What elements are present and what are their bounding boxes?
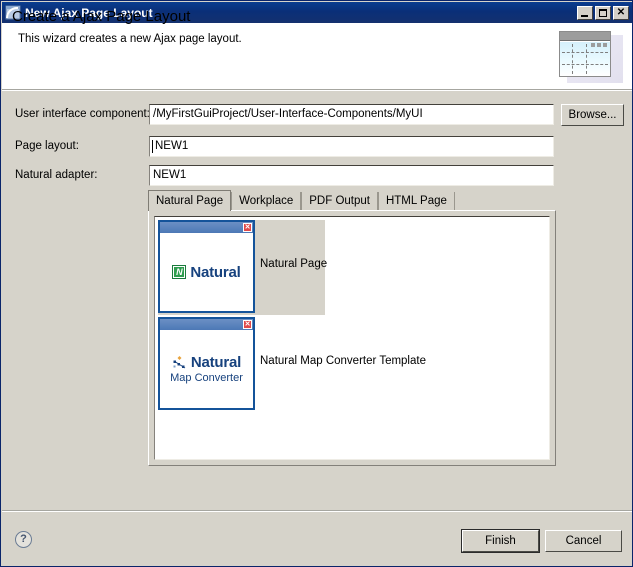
tab-workplace[interactable]: Workplace <box>231 192 302 211</box>
tab-natural-page[interactable]: Natural Page <box>148 190 232 211</box>
tab-panel: ✕ N Natural Natural Page ✕ Natural Map C… <box>148 210 556 466</box>
logo-subtitle: Map Converter <box>170 372 243 384</box>
user-interface-component-input[interactable]: /MyFirstGuiProject/User-Interface-Compon… <box>149 104 554 125</box>
minimize-button[interactable] <box>577 5 593 20</box>
template-thumbnail: ✕ N Natural <box>158 220 255 313</box>
thumbnail-close-icon: ✕ <box>243 320 252 329</box>
natural-adapter-input[interactable]: NEW1 <box>149 165 554 186</box>
field-label: User interface component: <box>15 108 150 120</box>
natural-logo-icon: N Natural <box>172 263 241 281</box>
field-label: Page layout: <box>15 140 79 152</box>
thumbnail-close-icon: ✕ <box>243 223 252 232</box>
field-user-interface-component: User interface component: /MyFirstGuiPro… <box>1 104 632 126</box>
field-natural-adapter: Natural adapter: NEW1 <box>1 165 632 187</box>
list-item[interactable]: ✕ Natural Map Converter Natural Map Conv… <box>158 317 426 410</box>
page-title: Create a Ajax Page Layout <box>12 8 191 25</box>
page-subtitle: This wizard creates a new Ajax page layo… <box>18 33 242 45</box>
list-item-label: Natural Map Converter Template <box>260 355 426 367</box>
natural-map-converter-logo-icon: Natural <box>172 354 241 371</box>
template-list[interactable]: ✕ N Natural Natural Page ✕ Natural Map C… <box>154 216 550 460</box>
logo-mark: N <box>174 267 185 277</box>
help-icon[interactable]: ? <box>15 531 32 548</box>
field-label: Natural adapter: <box>15 169 98 181</box>
list-item-label: Natural Page <box>260 258 328 270</box>
page-layout-banner-icon <box>559 31 623 83</box>
browse-button[interactable]: Browse... <box>561 104 624 126</box>
window-controls: ✕ <box>577 5 629 20</box>
field-page-layout: Page layout: NEW1 <box>1 136 632 158</box>
cancel-button[interactable]: Cancel <box>545 530 622 552</box>
close-button[interactable]: ✕ <box>613 5 629 20</box>
input-value: /MyFirstGuiProject/User-Interface-Compon… <box>153 108 423 120</box>
input-value: NEW1 <box>153 169 187 181</box>
tab-html-page[interactable]: HTML Page <box>377 192 455 211</box>
finish-button[interactable]: Finish <box>461 529 540 553</box>
input-value: NEW1 <box>155 140 189 152</box>
template-tab-folder: Natural Page Workplace PDF Output HTML P… <box>148 190 556 466</box>
thumbnail-title-bar: ✕ <box>160 319 253 330</box>
list-item[interactable]: ✕ N Natural Natural Page <box>158 220 328 315</box>
new-ajax-page-layout-dialog: New Ajax Page Layout ✕ Create a Ajax Pag… <box>0 0 633 567</box>
thumbnail-title-bar: ✕ <box>160 222 253 233</box>
tab-pdf-output[interactable]: PDF Output <box>301 192 378 211</box>
text-caret <box>152 140 153 153</box>
template-thumbnail: ✕ Natural Map Converter <box>158 317 255 410</box>
page-layout-input[interactable]: NEW1 <box>149 136 554 157</box>
logo-word: Natural <box>190 354 242 371</box>
maximize-button[interactable] <box>595 5 611 20</box>
logo-word: Natural <box>190 263 241 281</box>
tab-strip: Natural Page Workplace PDF Output HTML P… <box>148 190 455 211</box>
